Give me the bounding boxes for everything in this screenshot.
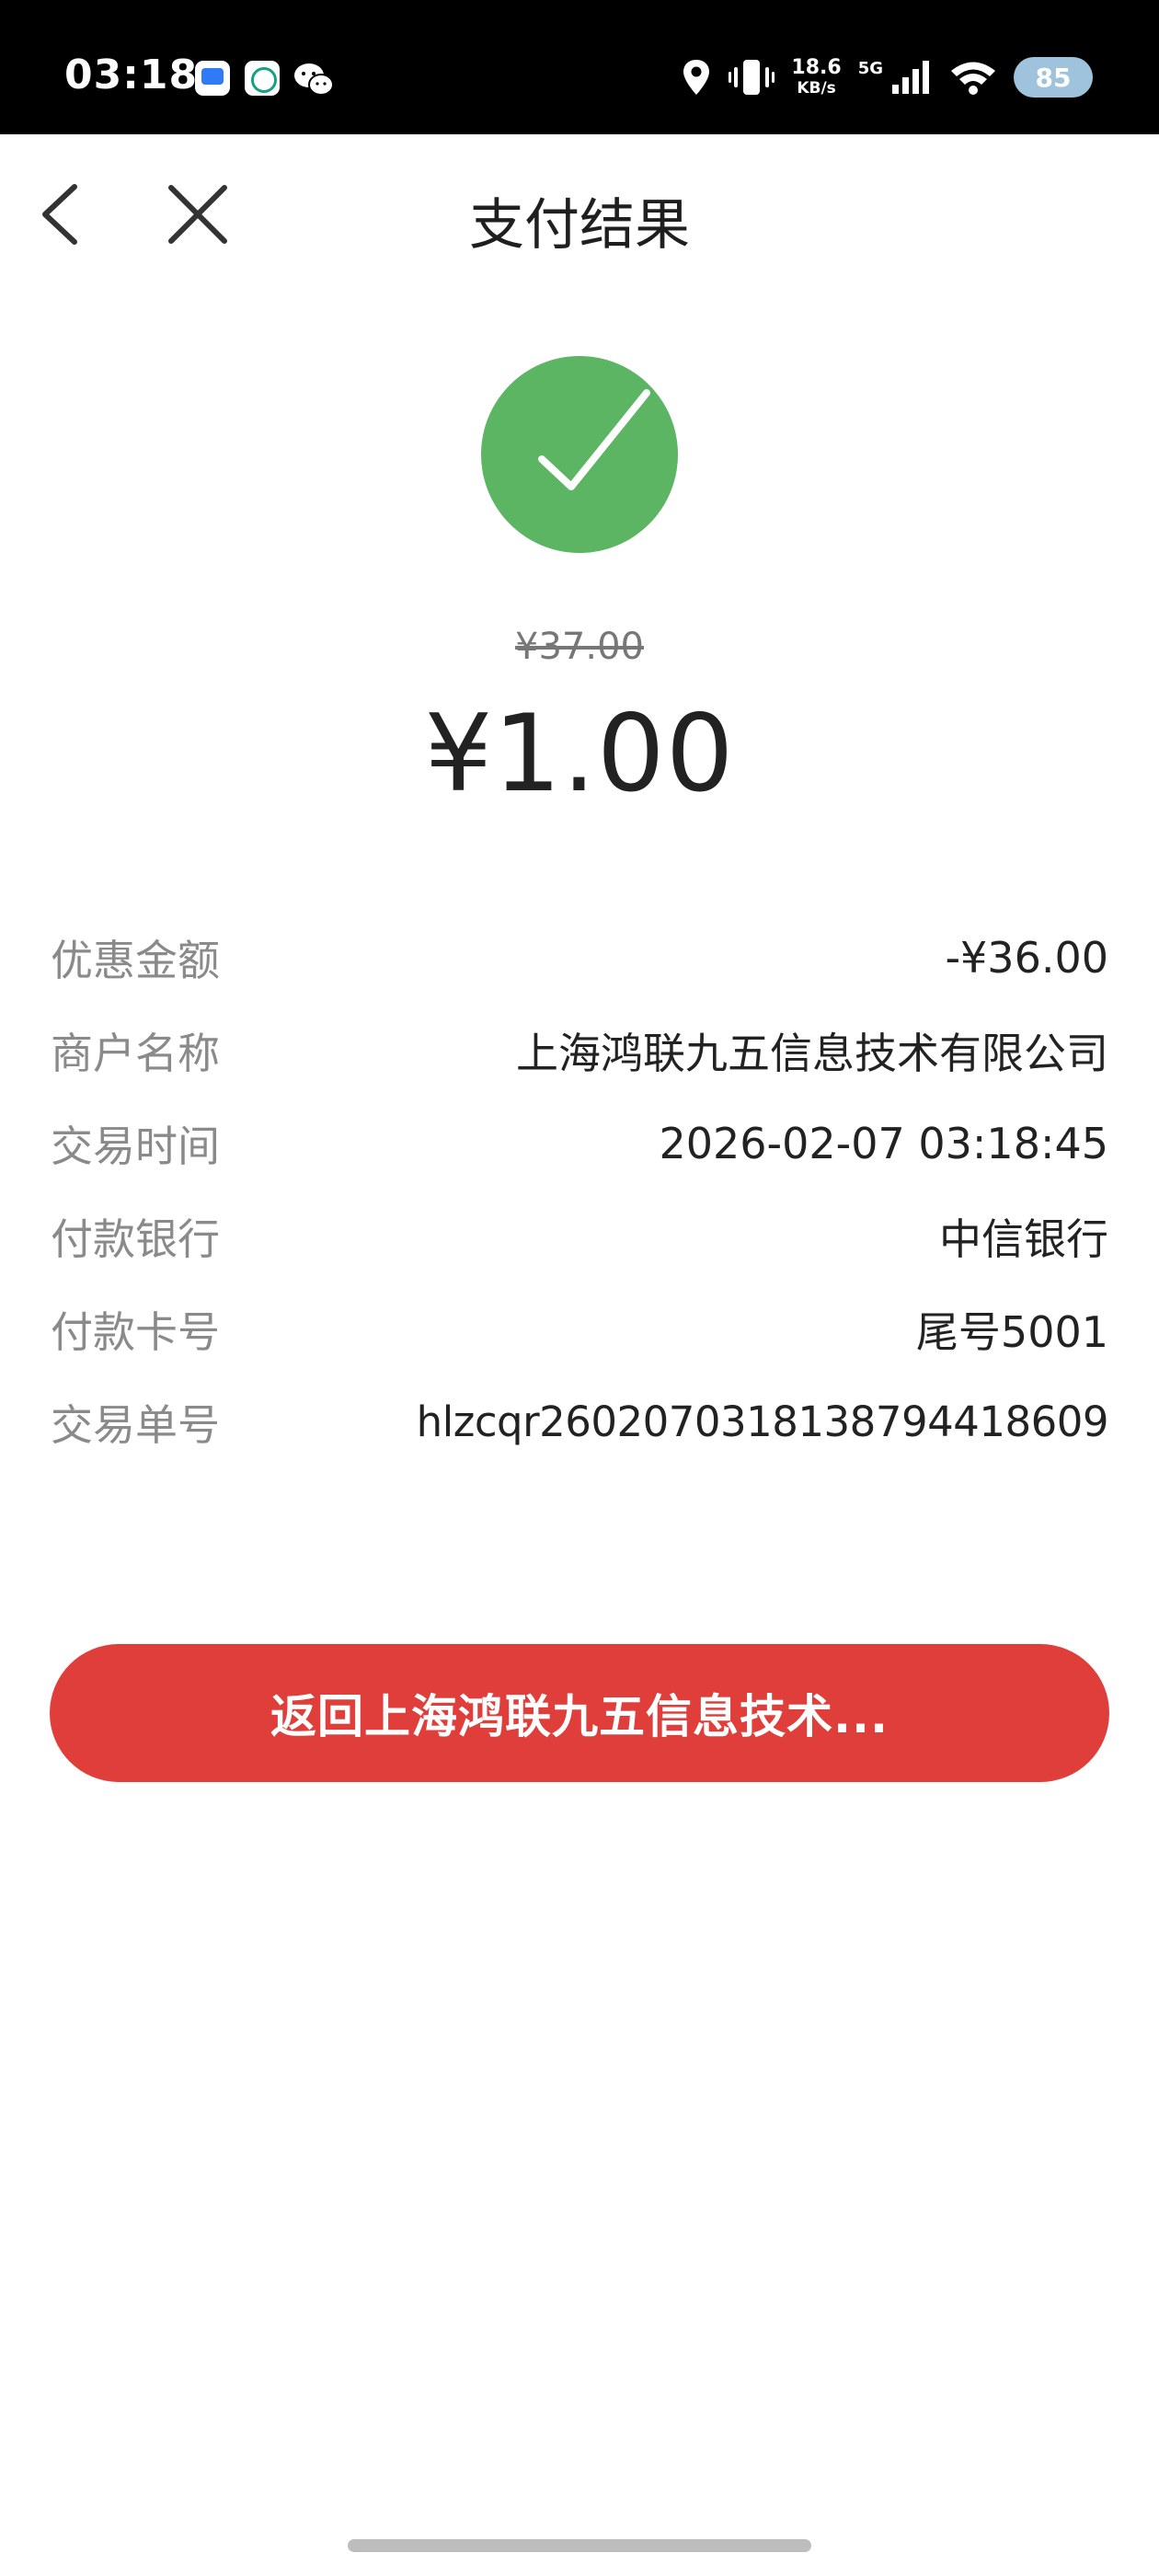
detail-row-order-id: 交易单号 hlzcqr26020703181387944186​09 <box>51 1375 1109 1468</box>
detail-row-merchant: 商户名称 上海鸿联九五信息技术有限公司 <box>51 1004 1108 1097</box>
home-indicator[interactable] <box>348 2539 811 2552</box>
vibrate-icon <box>729 60 775 95</box>
detail-label: 优惠金额 <box>51 935 220 985</box>
status-time: 03:18 <box>64 52 199 98</box>
battery-level: 85 <box>1035 62 1072 93</box>
status-right-group: 18.6 KB/s 5G 85 <box>681 52 1093 103</box>
detail-label: 交易时间 <box>51 1121 220 1171</box>
location-icon <box>683 60 710 95</box>
status-bar: 03:18 18.6 KB/s 5G 85 <box>0 0 1159 134</box>
success-check-icon <box>481 356 678 553</box>
detail-row-discount: 优惠金额 -¥36.00 <box>51 911 1108 1004</box>
page-title: 支付结果 <box>469 193 690 258</box>
detail-row-time: 交易时间 2026-02-07 03:18:45 <box>51 1097 1108 1190</box>
detail-value: 2026-02-07 03:18:45 <box>659 1118 1108 1168</box>
page-header: 支付结果 <box>0 134 1159 298</box>
detail-value: 中信银行 <box>939 1213 1108 1264</box>
network-speed: 18.6 KB/s <box>791 56 842 98</box>
wechat-icon <box>293 61 335 96</box>
detail-value: -¥36.00 <box>945 932 1108 983</box>
detail-value: 上海鸿联九五信息技术有限公司 <box>516 1028 1108 1078</box>
wifi-icon <box>951 62 995 95</box>
payment-details: 优惠金额 -¥36.00 商户名称 上海鸿联九五信息技术有限公司 交易时间 20… <box>51 911 1109 1468</box>
detail-label: 商户名称 <box>51 1028 220 1078</box>
original-price: ¥37.00 <box>515 626 644 668</box>
signal-icon <box>892 61 929 94</box>
paid-amount: ¥1.00 <box>424 692 735 816</box>
detail-label: 付款卡号 <box>51 1306 220 1357</box>
detail-label: 付款银行 <box>51 1213 220 1264</box>
detail-row-card: 付款卡号 尾号5001 <box>51 1282 1108 1375</box>
bank-app-icon <box>245 61 280 96</box>
detail-value: hlzcqr26020703181387944186​09 <box>416 1397 1109 1446</box>
detail-label: 交易单号 <box>51 1399 220 1450</box>
detail-value: 尾号5001 <box>915 1306 1108 1357</box>
network-type: 5G <box>857 58 883 78</box>
message-app-icon <box>195 61 230 96</box>
detail-row-bank: 付款银行 中信银行 <box>51 1190 1108 1282</box>
return-to-merchant-button[interactable]: 返回上海鸿联九五信息技术... <box>50 1644 1109 1782</box>
battery-icon: 85 <box>1014 57 1093 98</box>
